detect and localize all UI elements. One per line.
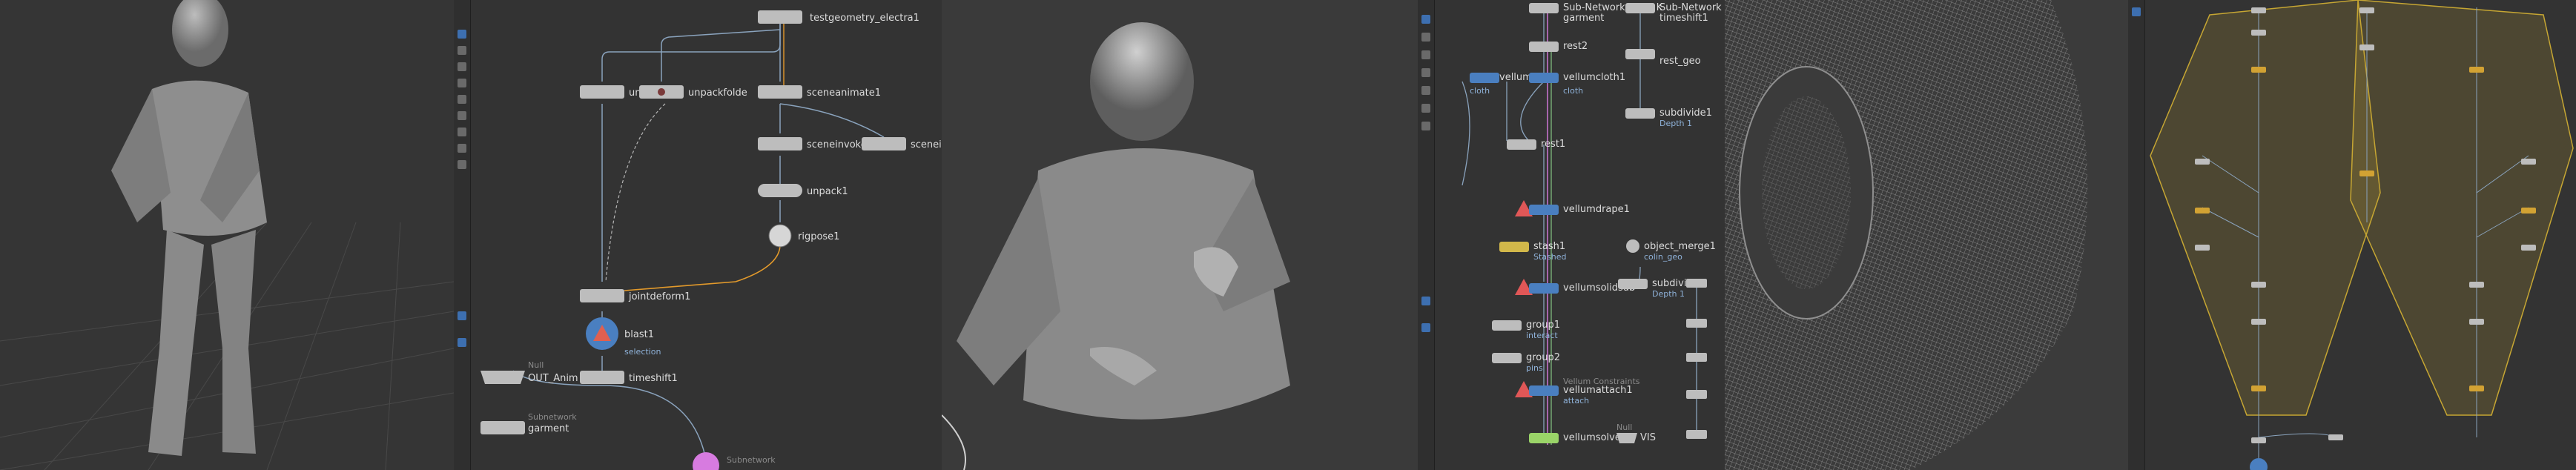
sub-depth1b: Depth 1: [1652, 289, 1685, 299]
node-label-unpack1b: unpack1: [807, 186, 848, 197]
label-rest-geo: rest_geo: [1659, 56, 1701, 67]
node-blast1[interactable]: [586, 317, 618, 350]
mannequin-closeup: [942, 22, 1290, 470]
label-rest1: rest1: [1541, 139, 1565, 150]
node-stash1[interactable]: [1499, 242, 1529, 252]
node-subnet-input-k[interactable]: [1529, 3, 1559, 13]
sub-depth1: Depth 1: [1659, 119, 1692, 128]
node-overview-output[interactable]: [2250, 458, 2268, 470]
label-vellumattach1: vellumattach1: [1563, 385, 1633, 396]
netbox-right[interactable]: [2350, 0, 2574, 416]
network-editor-1[interactable]: testgeometry_electra1 unpack1 unpackfold…: [454, 0, 942, 470]
node-vellumcloth1[interactable]: [1529, 73, 1559, 83]
label-garment-2: garment: [1563, 13, 1604, 24]
node-label-garment: garment: [528, 423, 569, 434]
node-object-merge1[interactable]: [1626, 239, 1639, 253]
sub-cloth-a: cloth: [1470, 86, 1490, 96]
node-rest2[interactable]: [1529, 42, 1559, 52]
node-label-jointdeform1: jointdeform1: [628, 291, 690, 302]
label-vis: VIS: [1640, 432, 1656, 443]
node-vellumdrape1[interactable]: [1529, 205, 1559, 215]
sub-interact: interact: [1526, 331, 1558, 340]
node-jointdeform1[interactable]: [580, 289, 624, 302]
node-graph-3: [2150, 0, 2574, 470]
sub-colin-geo: colin_geo: [1644, 252, 1682, 262]
node-label-timeshift1: timeshift1: [629, 373, 678, 384]
node-label-blast1: blast1: [624, 329, 654, 340]
node-right-column[interactable]: [1686, 279, 1707, 439]
label-subdivide1: subdivide1: [1659, 107, 1712, 119]
node-sub-blast1: selection: [624, 347, 661, 357]
node-subnet-input-2[interactable]: [1625, 3, 1655, 13]
label-group2: group2: [1526, 352, 1560, 363]
label-subdivide: subdivi: [1652, 278, 1686, 289]
node-rest1[interactable]: [1507, 139, 1536, 150]
node-sceneinvoke1[interactable]: [758, 137, 802, 150]
network-editor-2[interactable]: Sub-Network Input K garment Sub-Network …: [1418, 0, 1725, 470]
mannequin-figure: [111, 0, 267, 456]
node-subdivide1[interactable]: [1625, 108, 1655, 119]
node-unpack1[interactable]: [580, 85, 624, 99]
node-unpackfolder[interactable]: [639, 85, 684, 99]
node-type-garment: Subnetwork: [528, 412, 577, 422]
node-type-null: Null: [528, 360, 544, 370]
node-group2[interactable]: [1492, 353, 1522, 363]
sub-pins: pins: [1526, 363, 1543, 373]
label-rest2: rest2: [1563, 41, 1588, 52]
node-scenein[interactable]: [862, 137, 906, 150]
nodes-layer-2: Sub-Network Input K garment Sub-Network …: [1470, 2, 1725, 443]
node-sceneanimate1[interactable]: [758, 85, 802, 99]
node-out-anim[interactable]: [480, 371, 525, 384]
network-overview[interactable]: [2128, 0, 2576, 470]
viewport-center[interactable]: [942, 0, 1418, 470]
node-label-unpackfolder: unpackfolde: [688, 87, 747, 99]
node-testgeometry[interactable]: [758, 10, 802, 24]
node-label-rigpose1: rigpose1: [798, 231, 839, 242]
label-vellumdrape1: vellumdrape1: [1563, 204, 1630, 215]
node-unpack1b[interactable]: [758, 184, 802, 197]
viewport-wireframe[interactable]: [1725, 0, 2128, 470]
label-group1: group1: [1526, 320, 1560, 331]
node-garment[interactable]: [480, 421, 525, 434]
cloth-wireframe: [1725, 0, 2088, 470]
node-vellumc[interactable]: [1470, 73, 1499, 83]
label-timeshift-2: timeshift1: [1659, 13, 1708, 24]
sub-stashed: Stashed: [1533, 252, 1567, 262]
node-vis[interactable]: [1616, 433, 1637, 443]
label-subnet-input-2: Sub-Network Input: [1659, 2, 1725, 13]
node-label-sceneanimate1: sceneanimate1: [807, 87, 881, 99]
sub-attach: attach: [1563, 396, 1589, 406]
type-null-2: Null: [1616, 423, 1632, 432]
label-vellumcloth1: vellumcloth1: [1563, 72, 1625, 83]
node-label-testgeometry: testgeometry_electra1: [810, 13, 919, 24]
label-stash1: stash1: [1533, 241, 1565, 252]
sub-cloth-b: cloth: [1563, 86, 1583, 96]
node-subdivide[interactable]: [1618, 279, 1648, 289]
label-object-merge1: object_merge1: [1644, 241, 1716, 252]
node-subnetwork2[interactable]: [693, 452, 719, 470]
node-rest-geo[interactable]: [1625, 49, 1655, 59]
node-label-scenein: scenei: [911, 139, 942, 150]
node-vellumsolidsub[interactable]: [1529, 283, 1559, 294]
node-label-out-anim: OUT_Anim: [528, 373, 578, 384]
node-rigpose1[interactable]: [768, 224, 792, 248]
node-timeshift1[interactable]: [580, 371, 624, 384]
node-vellumattach1[interactable]: [1529, 385, 1559, 396]
node-label-subnetwork2: Subnetwork: [727, 455, 776, 465]
node-vellumsolver1[interactable]: [1529, 433, 1559, 443]
node-group1[interactable]: [1492, 320, 1522, 331]
nodes-layer-1: testgeometry_electra1 unpack1 unpackfold…: [480, 10, 942, 470]
viewport-left[interactable]: [0, 0, 454, 470]
netbox-left[interactable]: [2150, 0, 2381, 416]
